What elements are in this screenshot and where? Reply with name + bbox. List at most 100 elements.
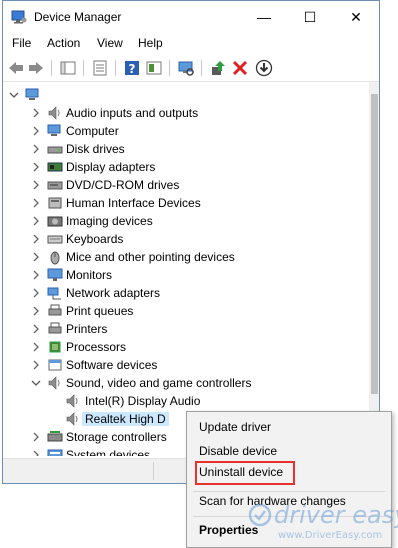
chevron-right-icon[interactable] xyxy=(30,358,42,372)
device-manager-icon xyxy=(11,10,27,24)
window-title: Device Manager xyxy=(34,10,122,24)
toolbar-separator xyxy=(51,60,52,76)
properties-icon[interactable] xyxy=(91,59,109,77)
chevron-right-icon[interactable] xyxy=(30,304,42,318)
tree-item-label: DVD/CD-ROM drives xyxy=(66,178,180,192)
speaker-icon xyxy=(47,375,63,391)
menu-uninstall-device[interactable]: Uninstall device xyxy=(199,465,283,479)
menu-disable-device[interactable]: Disable device xyxy=(199,444,277,458)
tree-item[interactable]: DVD/CD-ROM drives xyxy=(3,176,369,194)
maximize-button[interactable]: ☐ xyxy=(287,1,333,33)
system-icon xyxy=(47,447,63,456)
network-icon xyxy=(47,285,63,301)
uninstall-x-icon[interactable] xyxy=(231,59,249,77)
tree-item[interactable]: Keyboards xyxy=(3,230,369,248)
tree-item[interactable]: Network adapters xyxy=(3,284,369,302)
tree-item-label: Display adapters xyxy=(66,160,156,174)
device-tree: Audio inputs and outputs Computer Disk dri… xyxy=(3,82,369,456)
tree-item[interactable]: Sound, video and game controllers xyxy=(3,374,369,392)
tree-item-label: Disk drives xyxy=(66,142,125,156)
chevron-right-icon[interactable] xyxy=(30,322,42,336)
chevron-right-icon[interactable] xyxy=(30,286,42,300)
title-bar[interactable]: Device Manager — ☐ ✕ xyxy=(3,1,379,33)
chevron-right-icon[interactable] xyxy=(30,448,42,456)
chevron-right-icon[interactable] xyxy=(30,430,42,444)
chevron-right-icon[interactable] xyxy=(30,196,42,210)
watermark-brand: driver easy xyxy=(274,501,398,529)
view-icon[interactable] xyxy=(145,59,163,77)
chevron-right-icon[interactable] xyxy=(30,250,42,264)
tree-item-label: Network adapters xyxy=(66,286,161,300)
tree-item[interactable]: Computer xyxy=(3,122,369,140)
chevron-right-icon[interactable] xyxy=(30,340,42,354)
menu-action[interactable]: Action xyxy=(47,36,80,50)
chevron-right-icon[interactable] xyxy=(30,142,42,156)
tree-item-label: Audio inputs and outputs xyxy=(66,106,199,120)
dvd-drive-icon xyxy=(47,177,63,193)
tree-item[interactable]: Display adapters xyxy=(3,158,369,176)
tree-item[interactable]: Software devices xyxy=(3,356,369,374)
chevron-right-icon[interactable] xyxy=(30,214,42,228)
svg-text:?: ? xyxy=(129,62,136,76)
driver-easy-logo xyxy=(248,503,272,527)
chevron-down-icon[interactable] xyxy=(8,88,20,102)
scan-hardware-icon[interactable] xyxy=(177,59,195,77)
tree-item-label: Human Interface Devices xyxy=(66,196,201,210)
tree-item[interactable]: Print queues xyxy=(3,302,369,320)
computer-icon xyxy=(25,88,39,100)
chevron-right-icon[interactable] xyxy=(30,160,42,174)
driver-easy-watermark: driver easy www.DriverEasy.com xyxy=(246,501,398,545)
tree-item[interactable]: Mice and other pointing devices xyxy=(3,248,369,266)
tree-item[interactable]: Human Interface Devices xyxy=(3,194,369,212)
chevron-right-icon[interactable] xyxy=(30,106,42,120)
storage-icon xyxy=(47,429,63,445)
tree-root[interactable] xyxy=(3,86,369,104)
keyboard-icon xyxy=(47,231,63,247)
toolbar-separator xyxy=(201,60,202,76)
menu-bar: File Action View Help xyxy=(3,33,379,53)
menu-separator xyxy=(193,491,385,492)
menu-update-driver[interactable]: Update driver xyxy=(199,420,271,434)
toolbar-separator xyxy=(169,60,170,76)
menu-view[interactable]: View xyxy=(97,36,123,50)
chevron-right-icon[interactable] xyxy=(30,268,42,282)
help-icon[interactable]: ? xyxy=(123,59,141,77)
tree-item[interactable]: Disk drives xyxy=(3,140,369,158)
processor-icon xyxy=(47,339,63,355)
disable-download-icon[interactable] xyxy=(255,59,273,77)
tree-item[interactable]: Processors xyxy=(3,338,369,356)
mouse-icon xyxy=(47,249,63,265)
tree-item[interactable]: Audio inputs and outputs xyxy=(3,104,369,122)
tree-item[interactable]: Monitors xyxy=(3,266,369,284)
tree-item-label: Storage controllers xyxy=(66,430,167,444)
update-driver-icon[interactable] xyxy=(209,59,227,77)
tree-item[interactable]: Imaging devices xyxy=(3,212,369,230)
tree-item[interactable]: Printers xyxy=(3,320,369,338)
chevron-right-icon[interactable] xyxy=(30,178,42,192)
tree-child-item[interactable]: Intel(R) Display Audio xyxy=(3,392,369,410)
close-button[interactable]: ✕ xyxy=(333,1,379,33)
printer-icon xyxy=(47,321,63,337)
minimize-button[interactable]: — xyxy=(241,1,287,33)
scrollbar-thumb[interactable] xyxy=(371,94,378,394)
tree-item-label: Sound, video and game controllers xyxy=(66,376,252,390)
tree-item-label: Keyboards xyxy=(66,232,124,246)
toolbar-separator xyxy=(83,60,84,76)
chevron-right-icon[interactable] xyxy=(30,124,42,138)
back-arrow-icon[interactable] xyxy=(7,59,25,77)
show-hide-icon[interactable] xyxy=(59,59,77,77)
disk-drive-icon xyxy=(47,141,63,157)
vertical-scrollbar[interactable] xyxy=(369,82,379,456)
watermark-url: www.DriverEasy.com xyxy=(278,530,383,541)
forward-arrow-icon[interactable] xyxy=(27,59,45,77)
chevron-down-icon[interactable] xyxy=(30,376,42,390)
menu-file[interactable]: File xyxy=(12,36,31,50)
menu-help[interactable]: Help xyxy=(138,36,163,50)
software-device-icon xyxy=(47,357,63,373)
chevron-right-icon[interactable] xyxy=(30,232,42,246)
tree-item-label: Mice and other pointing devices xyxy=(66,250,235,264)
toolbar-separator xyxy=(115,60,116,76)
tree-item-label: System devices xyxy=(66,448,151,456)
tree-item-label: Computer xyxy=(66,124,119,138)
toolbar: ? xyxy=(3,55,379,82)
